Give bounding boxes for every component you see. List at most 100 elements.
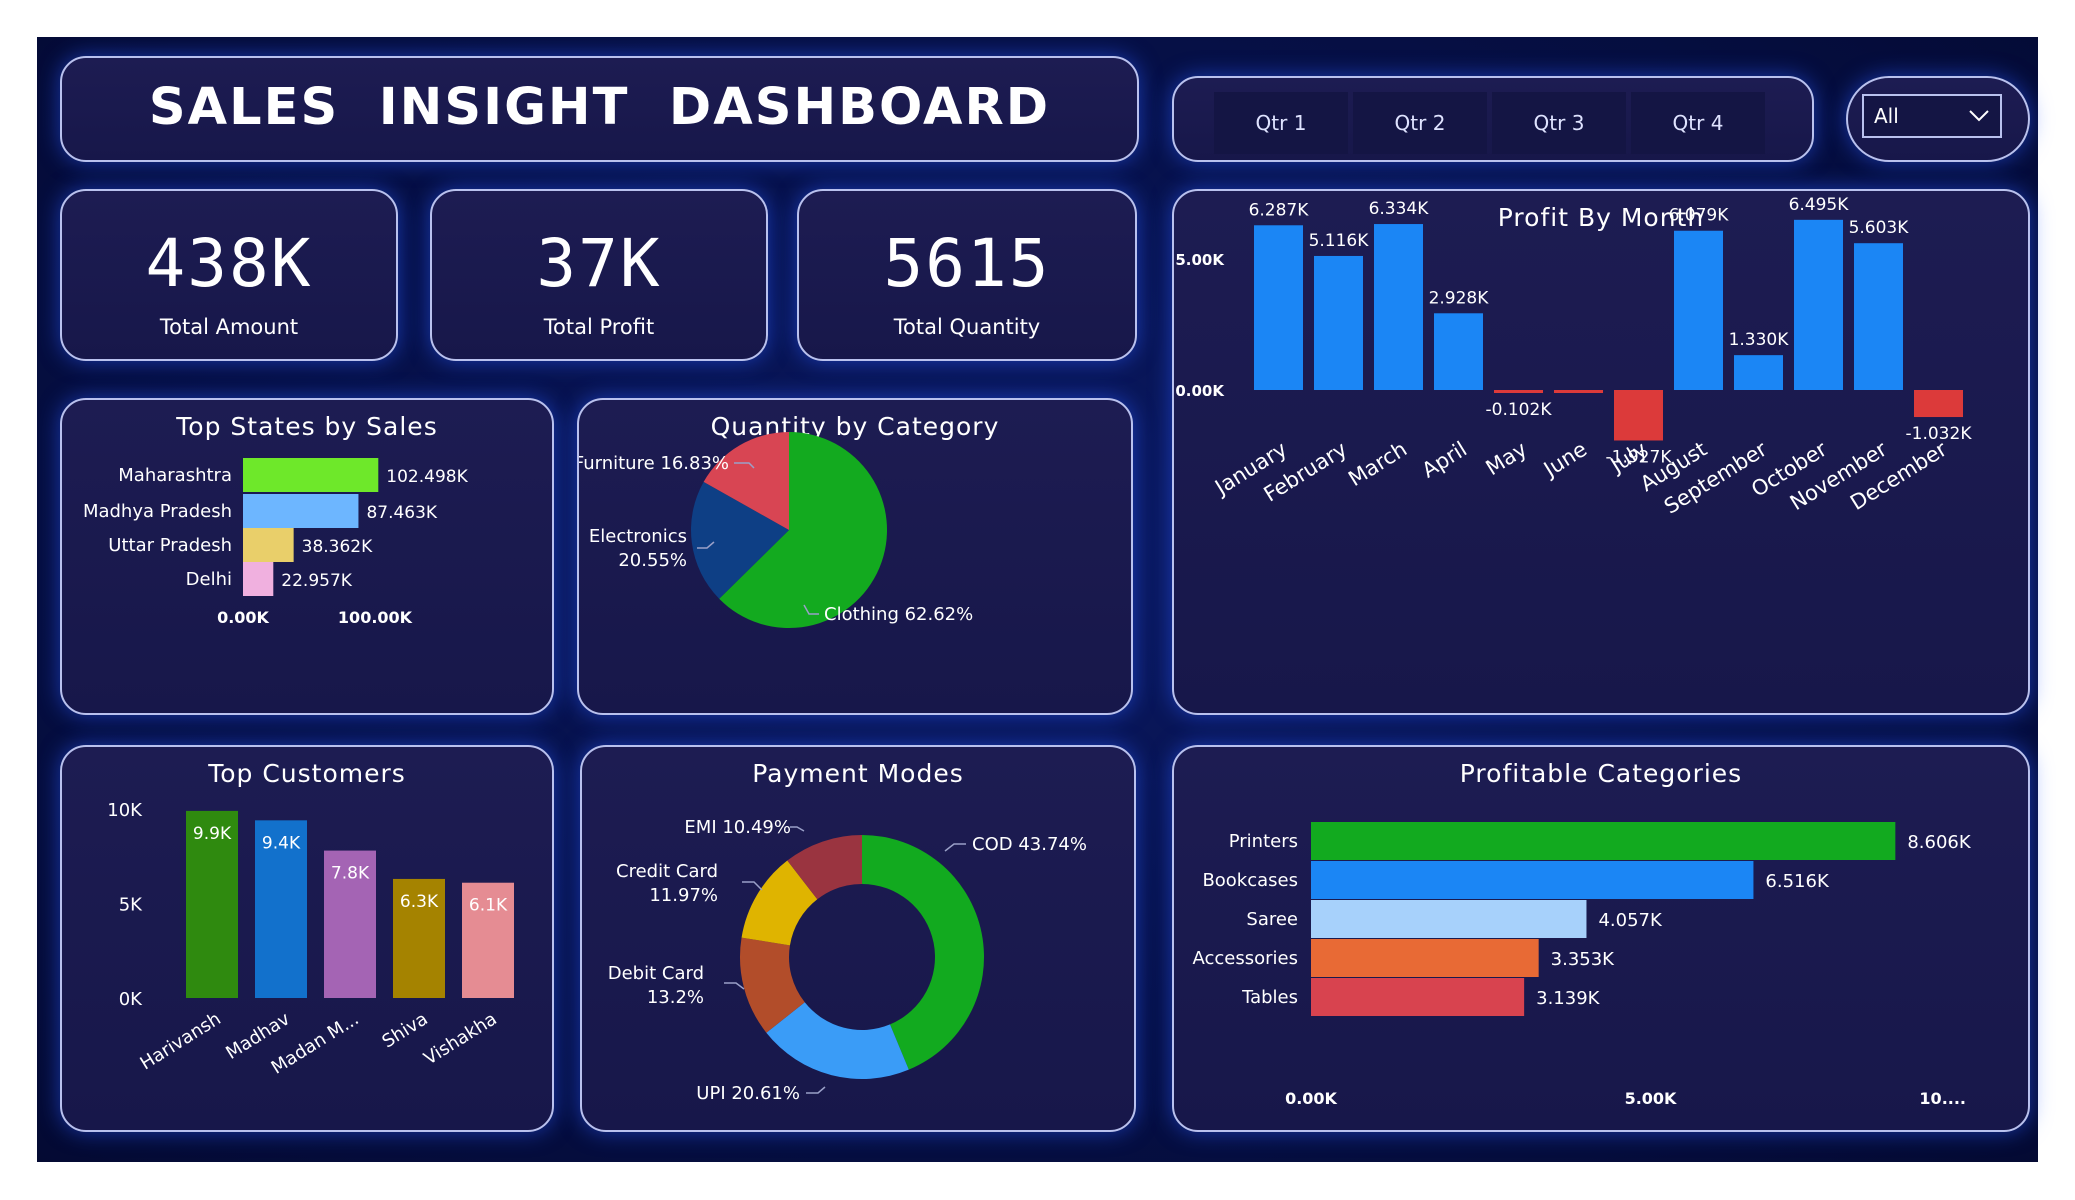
slice-label: Credit Card bbox=[616, 861, 718, 882]
slice-label: EMI 10.49% bbox=[684, 817, 791, 838]
category-label: Madhya Pradesh bbox=[83, 501, 232, 522]
kpi-label: Total Profit bbox=[543, 315, 655, 339]
x-tick-label: March bbox=[1344, 437, 1411, 491]
x-tick-label: 0.00K bbox=[1285, 1089, 1337, 1108]
bar-saree bbox=[1311, 900, 1587, 938]
category-label: Maharashtra bbox=[118, 465, 232, 486]
bar-november bbox=[1854, 243, 1903, 390]
filter-dropdown[interactable]: All bbox=[1862, 94, 2002, 138]
leader-line bbox=[790, 826, 805, 832]
bar-october bbox=[1794, 219, 1843, 390]
quantity-by-category-chart: Furniture 16.83% Electronics 20.55% Clothin… bbox=[579, 432, 973, 628]
data-label: 6.495K bbox=[1789, 195, 1850, 215]
profitable-categories-chart: Printers 8.606K Bookcases 6.516K Saree 4.057K… bbox=[1193, 822, 1972, 1108]
slice-label: Electronics bbox=[589, 526, 687, 547]
data-label: 6.334K bbox=[1369, 199, 1430, 219]
top-states-chart: Maharashtra 102.498K Madhya Pradesh 87.463K… bbox=[83, 458, 469, 627]
bar-uttar-pradesh bbox=[243, 528, 294, 562]
x-tick-label: April bbox=[1418, 437, 1471, 483]
category-label: Saree bbox=[1246, 909, 1298, 930]
kpi-total-amount: 438K Total Amount bbox=[60, 189, 398, 361]
y-tick-label: 0K bbox=[119, 989, 143, 1010]
slice-label: 11.97% bbox=[649, 885, 718, 906]
x-tick-label: 10.... bbox=[1919, 1089, 1966, 1108]
y-tick-label: 10K bbox=[107, 800, 143, 821]
slice-label: UPI 20.61% bbox=[696, 1083, 800, 1104]
data-label: 3.353K bbox=[1551, 949, 1616, 970]
data-label: 6.1K bbox=[469, 896, 508, 916]
bar-tables bbox=[1311, 978, 1525, 1016]
data-label: 38.362K bbox=[302, 537, 373, 557]
category-label: Uttar Pradesh bbox=[108, 535, 232, 556]
data-label: 6.079K bbox=[1669, 206, 1730, 226]
x-tick-label: 0.00K bbox=[217, 608, 269, 627]
slice-label: 13.2% bbox=[647, 987, 704, 1008]
data-label: 5.603K bbox=[1849, 218, 1910, 238]
bar-march bbox=[1374, 224, 1423, 390]
data-label: 1.330K bbox=[1729, 330, 1790, 350]
category-label: Bookcases bbox=[1202, 870, 1298, 891]
top-customers-chart: 0K5K10K9.9KHarivansh9.4KMadhav7.8KMadan … bbox=[107, 800, 514, 1079]
kpi-value: 5615 bbox=[883, 225, 1051, 302]
profitable-categories-panel: Profitable Categories Printers 8.606K Book… bbox=[1172, 745, 2030, 1132]
category-label: Printers bbox=[1229, 831, 1298, 852]
data-label: 9.4K bbox=[262, 833, 301, 853]
bar-printers bbox=[1311, 822, 1896, 860]
x-tick-label: 5.00K bbox=[1625, 1089, 1677, 1108]
slice-label: Debit Card bbox=[608, 963, 704, 984]
data-label: -0.102K bbox=[1486, 400, 1553, 420]
bar-august bbox=[1674, 230, 1723, 390]
data-label: 6.287K bbox=[1249, 200, 1310, 220]
x-tick-label: Vishakha bbox=[420, 1008, 500, 1069]
slice-label: Furniture 16.83% bbox=[579, 453, 729, 474]
leader-line bbox=[742, 881, 763, 891]
data-label: 102.498K bbox=[386, 467, 468, 487]
data-label: 8.606K bbox=[1907, 832, 1972, 853]
bar-bookcases bbox=[1311, 861, 1754, 899]
slice-label: 20.55% bbox=[618, 550, 687, 571]
kpi-value: 438K bbox=[145, 225, 313, 302]
data-label: 22.957K bbox=[281, 571, 352, 591]
data-label: 7.8K bbox=[331, 864, 370, 884]
quarter-slicer: Qtr 1 Qtr 2 Qtr 3 Qtr 4 bbox=[1172, 76, 1814, 162]
top-states-panel: Top States by Sales Maharashtra 102.498K M… bbox=[60, 398, 554, 715]
dropdown-selected-value: All bbox=[1874, 104, 1899, 128]
bar-september bbox=[1734, 355, 1783, 390]
slice-label: COD 43.74% bbox=[972, 834, 1087, 855]
leader-line bbox=[806, 1086, 826, 1094]
top-customers-panel: Top Customers 0K 5K 10K 9.9K Harivansh 9.4K Ma… bbox=[60, 745, 554, 1132]
data-label: 2.928K bbox=[1429, 288, 1490, 308]
data-label: 4.057K bbox=[1598, 910, 1663, 931]
payment-modes-chart: COD 43.74% UPI 20.61% Debit Card 13.2% Credi… bbox=[608, 817, 1087, 1104]
slice-label: Clothing 62.62% bbox=[824, 604, 973, 625]
kpi-label: Total Amount bbox=[159, 315, 299, 339]
category-label: Delhi bbox=[186, 569, 232, 590]
qtr-3-button[interactable]: Qtr 3 bbox=[1492, 92, 1626, 154]
x-tick-label: Harivansh bbox=[136, 1008, 224, 1074]
qtr-4-button[interactable]: Qtr 4 bbox=[1631, 92, 1765, 154]
kpi-label: Total Quantity bbox=[893, 315, 1041, 339]
leader-line bbox=[724, 982, 745, 990]
bar-december bbox=[1914, 390, 1963, 418]
bar-february bbox=[1314, 255, 1363, 390]
bar-april bbox=[1434, 313, 1483, 390]
data-label: 5.116K bbox=[1309, 231, 1370, 251]
qtr-2-button[interactable]: Qtr 2 bbox=[1353, 92, 1487, 154]
kpi-value: 37K bbox=[536, 225, 662, 302]
data-label: 6.516K bbox=[1765, 871, 1830, 892]
category-label: Tables bbox=[1241, 987, 1298, 1008]
x-tick-label: June bbox=[1538, 437, 1591, 483]
x-tick-label: May bbox=[1482, 437, 1532, 480]
y-tick-label: 5K bbox=[119, 895, 143, 916]
qtr-1-button[interactable]: Qtr 1 bbox=[1214, 92, 1348, 154]
bar-madhya-pradesh bbox=[243, 494, 359, 528]
data-label: 9.9K bbox=[193, 824, 232, 844]
y-tick-label: 0.00K bbox=[1175, 382, 1225, 400]
leader-line bbox=[944, 843, 966, 852]
header-panel: SALES INSIGHT DASHBOARD bbox=[60, 56, 1139, 162]
bar-january bbox=[1254, 225, 1303, 390]
kpi-total-profit: 37K Total Profit bbox=[430, 189, 768, 361]
data-label: 87.463K bbox=[366, 503, 437, 523]
bar-maharashtra bbox=[243, 458, 379, 492]
chevron-down-icon bbox=[1969, 110, 1989, 122]
